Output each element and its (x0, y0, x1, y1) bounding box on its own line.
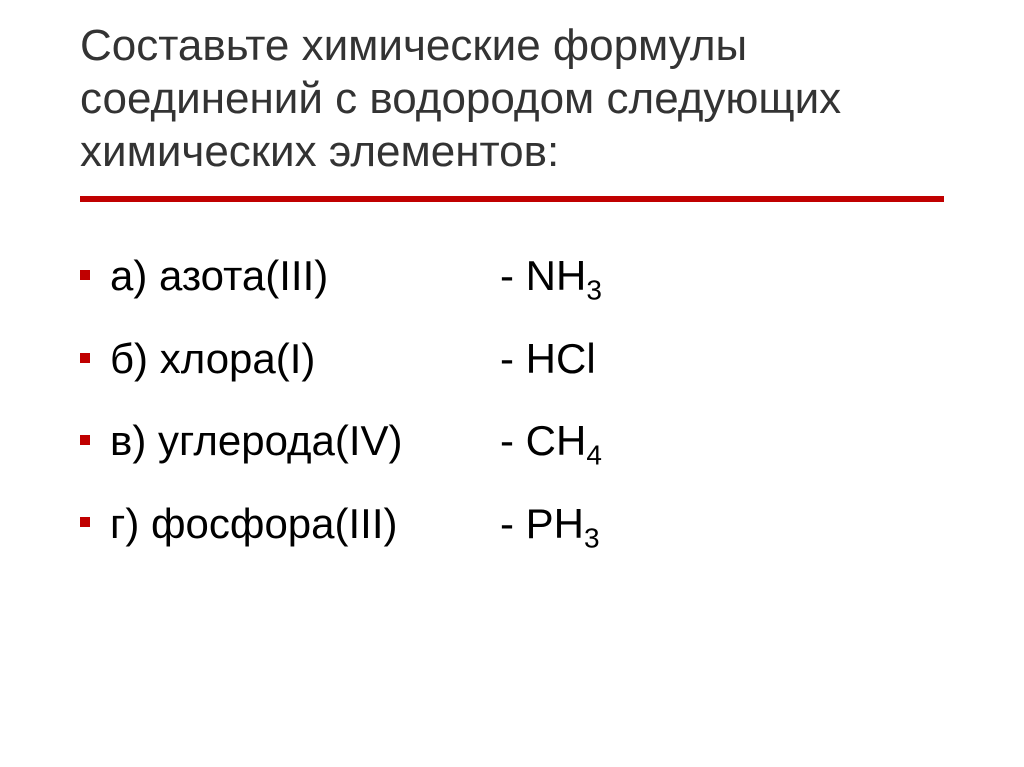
list-item: г) фосфора(III) - PH3 (80, 500, 944, 554)
chemical-formula: - PH3 (500, 500, 600, 554)
element-label: в) углерода(IV) (80, 417, 500, 465)
element-label: б) хлора(I) (80, 335, 500, 383)
chemical-formula: - HCl (500, 335, 596, 389)
slide-title: Составьте химические формулы соединений … (40, 20, 984, 196)
bullet-icon (80, 353, 90, 363)
element-text: а) азота(III) (110, 252, 328, 299)
element-text: в) углерода(IV) (110, 417, 403, 464)
bullet-icon (80, 435, 90, 445)
content-area: а) азота(III) - NH3 б) хлора(I) - HCl в)… (40, 252, 984, 554)
element-text: г) фосфора(III) (110, 500, 398, 547)
formula-prefix: - HCl (500, 335, 596, 382)
formula-prefix: - CH (500, 417, 586, 464)
formula-prefix: - NH (500, 252, 586, 299)
formula-prefix: - PH (500, 500, 584, 547)
formula-subscript: 3 (586, 275, 602, 306)
bullet-icon (80, 517, 90, 527)
formula-subscript: 4 (586, 440, 602, 471)
list-item: б) хлора(I) - HCl (80, 335, 944, 389)
title-divider (80, 196, 944, 202)
element-text: б) хлора(I) (110, 335, 315, 382)
chemical-formula: - NH3 (500, 252, 602, 306)
list-item: в) углерода(IV) - CH4 (80, 417, 944, 471)
element-label: а) азота(III) (80, 252, 500, 300)
list-item: а) азота(III) - NH3 (80, 252, 944, 306)
formula-subscript: 3 (584, 522, 600, 553)
bullet-icon (80, 270, 90, 280)
chemical-formula: - CH4 (500, 417, 602, 471)
element-label: г) фосфора(III) (80, 500, 500, 548)
